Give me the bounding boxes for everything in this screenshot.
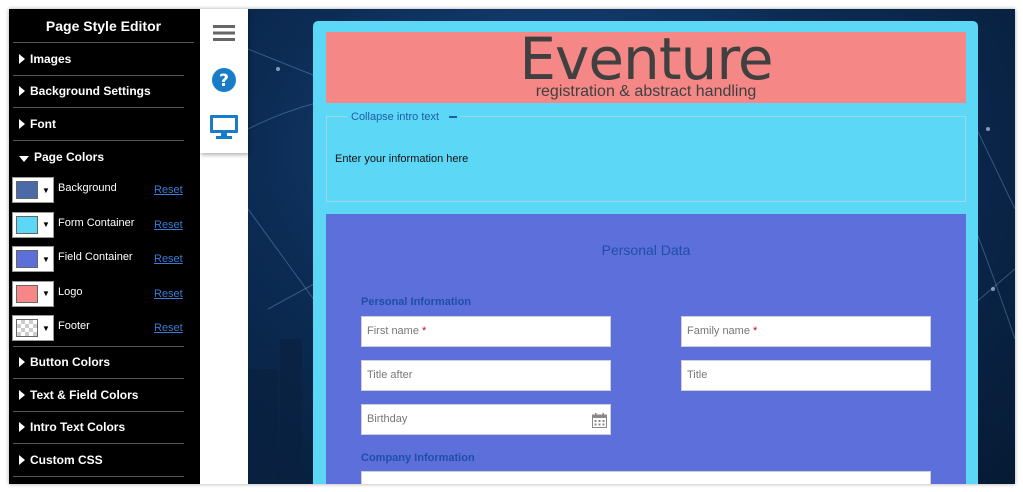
page-style-editor-sidebar: Page Style Editor Images Background Sett… — [9, 9, 200, 484]
color-swatch — [16, 215, 38, 234]
section-label: Text & Field Colors — [30, 387, 139, 402]
section-button-colors[interactable]: Button Colors — [13, 347, 184, 379]
triangle-right-icon — [19, 389, 25, 400]
title-after-placeholder: Title after — [367, 369, 413, 381]
color-label: Logo — [58, 285, 83, 298]
logo-subtitle: registration & abstract handling — [535, 83, 757, 100]
section-label: Page Colors — [34, 149, 105, 164]
collapse-intro-label: Collapse intro text — [351, 111, 440, 123]
field-container: Personal Data Personal Information First… — [326, 214, 966, 484]
page-colors-panel: Page Colors ▼ Background Reset ▼ Form Co… — [12, 141, 184, 347]
color-swatch — [16, 284, 38, 303]
desktop-icon — [210, 114, 238, 139]
birthday-input[interactable]: Birthday — [361, 404, 611, 435]
title-after-input[interactable]: Title after — [361, 360, 611, 391]
caret-down-icon: ▼ — [42, 220, 50, 230]
birthday-placeholder: Birthday — [367, 413, 408, 425]
reset-link[interactable]: Reset — [154, 322, 183, 334]
intro-text-box: Collapse intro text Enter your informati… — [326, 111, 966, 202]
desktop-preview-button[interactable] — [200, 103, 248, 150]
family-name-input[interactable]: Family name * — [681, 316, 931, 347]
section-title: Personal Data — [601, 242, 691, 258]
color-picker-form-container[interactable]: ▼ — [12, 211, 54, 238]
section-label: Intro Text Colors — [30, 420, 126, 435]
triangle-right-icon — [19, 118, 25, 129]
color-swatch — [16, 250, 38, 269]
reset-link[interactable]: Reset — [154, 253, 183, 265]
section-text-field-colors[interactable]: Text & Field Colors — [13, 379, 184, 412]
calendar-icon[interactable] — [592, 413, 607, 428]
caret-down-icon: ▼ — [42, 185, 50, 195]
color-row-field-container: ▼ Field Container Reset — [9, 242, 200, 277]
logo-title: Eventure — [519, 25, 773, 93]
title-placeholder: Title — [687, 369, 708, 381]
color-row-background: ▼ Background Reset — [9, 173, 200, 208]
section-label: Button Colors — [30, 355, 110, 370]
color-picker-field-container[interactable]: ▼ — [12, 246, 54, 273]
triangle-down-icon — [19, 155, 29, 162]
section-custom-css[interactable]: Custom CSS — [13, 444, 184, 477]
menu-icon — [213, 24, 235, 41]
reset-link[interactable]: Reset — [154, 288, 183, 300]
color-label: Form Container — [58, 216, 135, 229]
company-information-label: Company Information — [361, 452, 475, 464]
color-label: Field Container — [58, 251, 133, 264]
caret-down-icon: ▼ — [42, 323, 50, 333]
transparent-swatch — [16, 319, 38, 338]
section-label: Images — [30, 51, 72, 66]
tool-iconbar: ? — [200, 9, 248, 153]
logo-banner: Eventure registration & abstract handlin… — [326, 25, 966, 103]
menu-button[interactable] — [200, 9, 248, 56]
triangle-right-icon — [19, 357, 25, 368]
required-mark: * — [753, 325, 758, 337]
triangle-right-icon — [19, 454, 25, 465]
title-input[interactable]: Title — [681, 360, 931, 391]
color-picker-background[interactable]: ▼ — [12, 177, 54, 204]
color-picker-logo[interactable]: ▼ — [12, 280, 54, 307]
color-row-logo: ▼ Logo Reset — [9, 277, 200, 312]
minus-icon — [449, 116, 458, 118]
section-label: Background Settings — [30, 84, 151, 99]
intro-text: Enter your information here — [335, 153, 469, 165]
sidebar-title: Page Style Editor — [13, 9, 194, 43]
section-font[interactable]: Font — [13, 108, 184, 141]
personal-information-label: Personal Information — [361, 296, 472, 308]
triangle-right-icon — [19, 86, 25, 97]
form-container: Eventure registration & abstract handlin… — [313, 21, 978, 484]
section-label: Font — [30, 116, 56, 131]
color-label: Footer — [58, 320, 90, 333]
help-button[interactable]: ? — [200, 56, 248, 103]
section-images[interactable]: Images — [13, 43, 184, 76]
triangle-right-icon — [19, 53, 25, 64]
svg-text:?: ? — [219, 71, 229, 91]
first-name-placeholder: First name — [367, 325, 419, 337]
family-name-placeholder: Family name — [687, 325, 750, 337]
first-name-input[interactable]: First name * — [361, 316, 611, 347]
color-row-form-container: ▼ Form Container Reset — [9, 208, 200, 243]
color-picker-footer[interactable]: ▼ — [12, 315, 54, 342]
collapse-intro-toggle[interactable]: Collapse intro text — [347, 111, 462, 123]
section-background-settings[interactable]: Background Settings — [13, 76, 184, 108]
app-frame: Page Style Editor Images Background Sett… — [9, 9, 1015, 484]
required-mark: * — [422, 325, 427, 337]
section-page-colors[interactable]: Page Colors — [13, 141, 184, 174]
reset-link[interactable]: Reset — [154, 184, 183, 196]
color-label: Background — [58, 182, 117, 195]
caret-down-icon: ▼ — [42, 289, 50, 299]
color-swatch — [16, 181, 38, 200]
reset-link[interactable]: Reset — [154, 219, 183, 231]
help-icon: ? — [212, 67, 236, 92]
section-label: Custom CSS — [30, 452, 103, 467]
triangle-right-icon — [19, 422, 25, 433]
company-input[interactable] — [361, 471, 931, 484]
color-row-footer: ▼ Footer Reset — [9, 311, 200, 346]
caret-down-icon: ▼ — [42, 254, 50, 264]
section-intro-text-colors[interactable]: Intro Text Colors — [13, 412, 184, 444]
